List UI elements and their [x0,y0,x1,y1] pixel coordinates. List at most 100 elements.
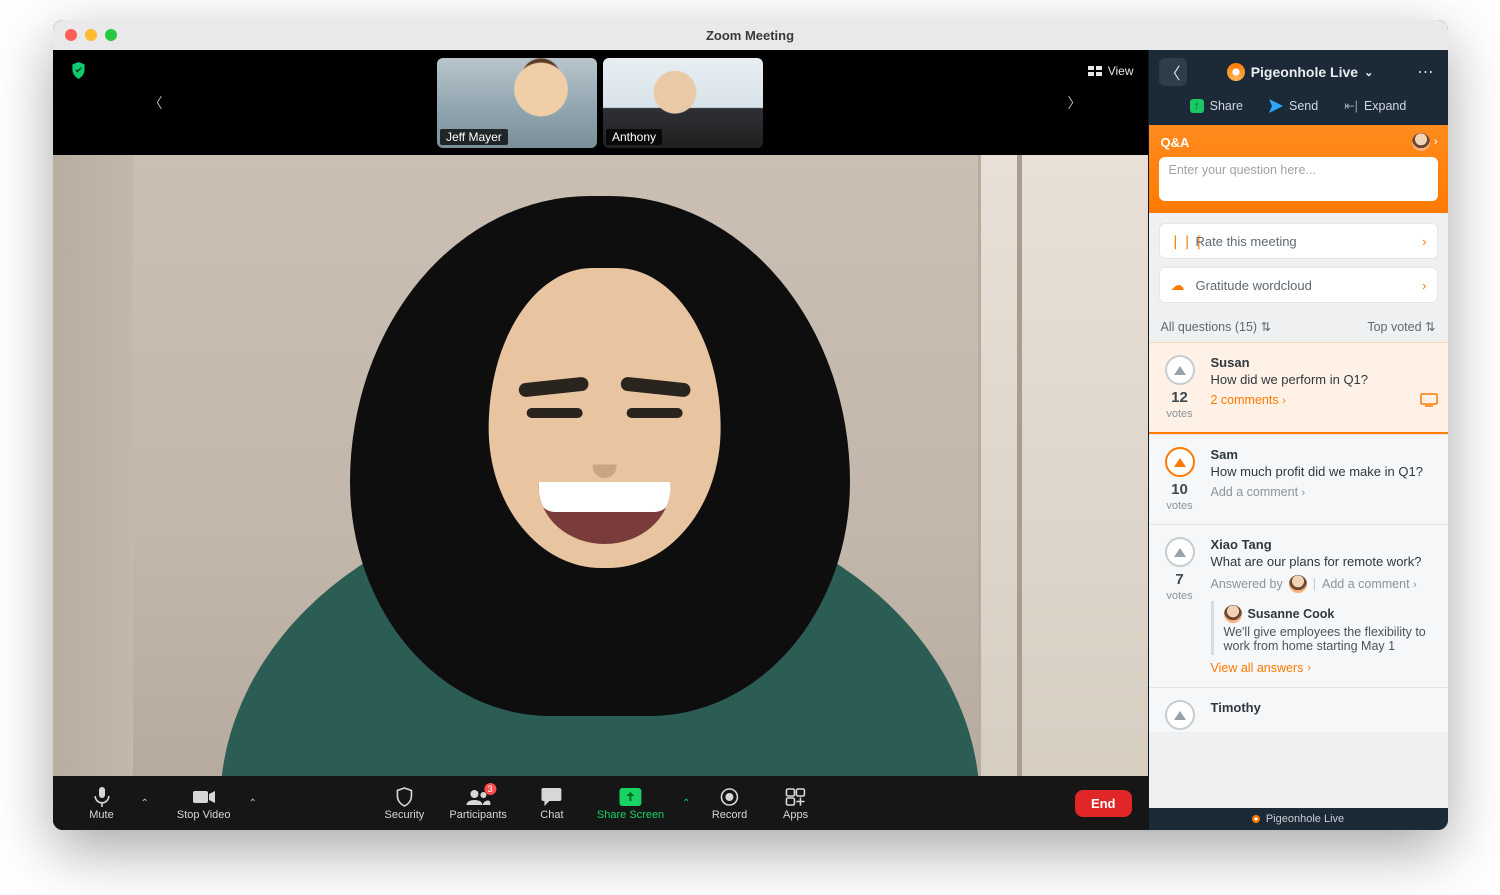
chevron-right-icon: › [1413,579,1417,591]
sort-button[interactable]: Top voted ⇅ [1367,319,1435,334]
mute-menu-caret[interactable]: ⌃ [135,798,155,809]
gallery-prev-button[interactable]: 〈 [143,87,169,119]
security-button[interactable]: Security [371,783,437,823]
pigeonhole-logo-icon [1227,63,1245,81]
gallery-next-button[interactable]: 〉 [1062,87,1088,119]
vote-count: 7 [1175,571,1183,588]
chevron-right-icon: › [1282,395,1286,407]
record-label: Record [712,809,747,821]
share-menu-caret[interactable]: ⌃ [676,798,696,809]
sort-icon: ⇅ [1261,320,1271,334]
upvote-button[interactable] [1165,355,1195,385]
shield-icon [395,787,413,807]
question-author: Timothy [1211,700,1438,715]
microphone-icon [94,787,110,807]
question-author: Sam [1211,447,1438,462]
record-icon [721,787,739,807]
participant-thumbnail[interactable]: Anthony [603,58,763,148]
window-fullscreen-button[interactable] [105,29,117,41]
vote-label: votes [1166,590,1192,602]
panel-footer: Pigeonhole Live [1149,808,1448,830]
apps-button[interactable]: Apps [763,783,829,823]
footer-label: Pigeonhole Live [1266,813,1344,825]
question-item[interactable]: 7 votes Xiao Tang What are our plans for… [1149,524,1448,687]
apps-icon [786,787,806,807]
avatar-icon [1289,575,1307,593]
chat-icon [542,787,562,807]
stop-video-label: Stop Video [177,809,231,821]
view-mode-button[interactable]: View [1088,64,1134,78]
panel-back-button[interactable]: 〈 [1159,58,1187,86]
view-all-answers-link[interactable]: View all answers › [1211,661,1312,675]
question-item[interactable]: Timothy [1149,687,1448,732]
pill-label: Gratitude wordcloud [1196,278,1312,293]
sort-icon: ⇅ [1425,320,1435,334]
apps-label: Apps [783,809,808,821]
add-comment-link[interactable]: Add a comment › [1211,485,1306,499]
upvote-button[interactable] [1165,700,1195,730]
chevron-right-icon: › [1302,487,1306,499]
qa-profile-button[interactable]: › [1412,133,1438,151]
view-label: View [1108,64,1134,78]
question-text: How much profit did we make in Q1? [1211,464,1438,479]
chevron-right-icon: › [1434,136,1438,148]
active-speaker-video[interactable] [53,155,1148,776]
answer-text: We'll give employees the flexibility to … [1224,625,1438,653]
chevron-right-icon: › [1422,278,1426,293]
panel-share-button[interactable]: ↑Share [1190,98,1243,113]
add-comment-link[interactable]: Add a comment › [1322,577,1417,591]
upvote-button[interactable] [1165,537,1195,567]
end-meeting-button[interactable]: End [1075,790,1132,817]
question-input[interactable]: Enter your question here... [1159,157,1438,201]
gallery-strip: 〈 Jeff Mayer Anthony 〉 View [53,50,1148,155]
record-button[interactable]: Record [697,783,763,823]
mute-button[interactable]: Mute [69,783,135,823]
panel-title[interactable]: Pigeonhole Live ⌄ [1195,63,1406,81]
rate-meeting-button[interactable]: ❘❘❘ Rate this meeting › [1159,223,1438,259]
camera-icon [193,787,215,807]
questions-filter-button[interactable]: All questions (15) ⇅ [1161,319,1272,334]
share-screen-label: Share Screen [597,809,664,821]
vote-count: 12 [1171,389,1188,406]
chat-button[interactable]: Chat [519,783,585,823]
window-title: Zoom Meeting [706,28,794,43]
stop-video-button[interactable]: Stop Video [165,783,243,823]
projector-icon [1420,393,1438,407]
zoom-window: Zoom Meeting 〈 Jeff Mayer Anthony 〉 [53,20,1448,830]
answered-by-label: Answered by [1211,577,1283,591]
security-label: Security [385,809,425,821]
participants-count-badge: 3 [484,783,496,795]
share-up-icon: ↑ [1190,99,1204,113]
participants-button[interactable]: 3 Participants [437,783,518,823]
chat-label: Chat [540,809,563,821]
window-minimize-button[interactable] [85,29,97,41]
pill-label: Rate this meeting [1196,234,1297,249]
participant-thumbnail[interactable]: Jeff Mayer [437,58,597,148]
panel-send-button[interactable]: Send [1269,98,1318,113]
meeting-area: 〈 Jeff Mayer Anthony 〉 View [53,50,1148,830]
question-item[interactable]: 12 votes Susan How did we perform in Q1?… [1149,342,1448,434]
comments-link[interactable]: 2 comments › [1211,393,1286,407]
expand-icon: ⇤| [1344,98,1358,113]
pigeonhole-panel: 〈 Pigeonhole Live ⌄ ⋯ ↑Share Send ⇤|Expa… [1148,50,1448,830]
answer-author: Susanne Cook [1248,607,1335,621]
question-item[interactable]: 10 votes Sam How much profit did we make… [1149,434,1448,524]
question-author: Susan [1211,355,1438,370]
chevron-right-icon: › [1422,234,1426,249]
wordcloud-icon: ☁ [1170,277,1186,294]
panel-expand-button[interactable]: ⇤|Expand [1344,98,1406,113]
vote-count: 10 [1171,481,1188,498]
participant-name-label: Jeff Mayer [440,129,508,145]
mac-titlebar: Zoom Meeting [53,20,1448,50]
panel-more-button[interactable]: ⋯ [1414,62,1438,82]
avatar-icon [1224,605,1242,623]
share-screen-button[interactable]: Share Screen [585,783,676,823]
pigeonhole-logo-icon [1252,815,1260,823]
question-text: How did we perform in Q1? [1211,372,1438,387]
wordcloud-button[interactable]: ☁ Gratitude wordcloud › [1159,267,1438,303]
video-menu-caret[interactable]: ⌃ [243,798,263,809]
window-close-button[interactable] [65,29,77,41]
encryption-shield-icon[interactable] [71,62,86,79]
chevron-right-icon: › [1307,662,1311,674]
upvote-button[interactable] [1165,447,1195,477]
